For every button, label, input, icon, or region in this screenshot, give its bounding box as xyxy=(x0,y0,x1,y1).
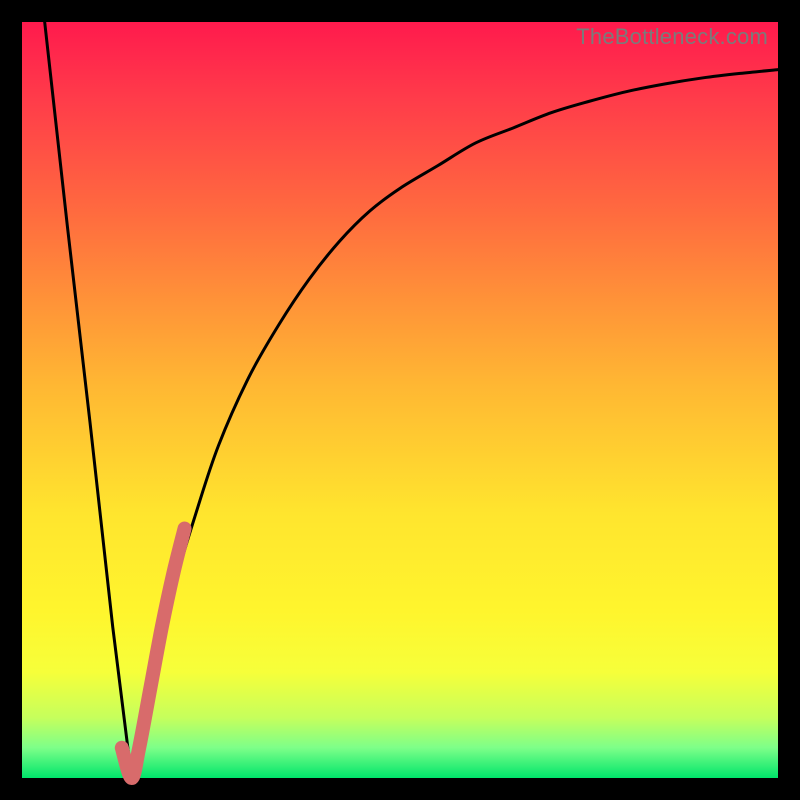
chart-stage: TheBottleneck.com xyxy=(0,0,800,800)
series-right-curve xyxy=(132,70,778,778)
curves-svg xyxy=(22,22,778,778)
plot-area: TheBottleneck.com xyxy=(22,22,778,778)
series-left-branch xyxy=(45,22,132,778)
series-highlight xyxy=(122,529,185,778)
